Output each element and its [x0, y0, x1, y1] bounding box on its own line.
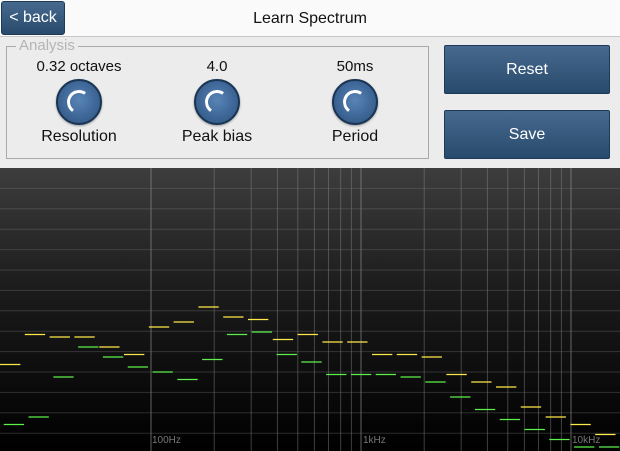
peak-bias-control: 4.0 Peak bias — [157, 58, 277, 146]
top-bar: < back Learn Spectrum — [0, 0, 620, 37]
freq-label-10khz: 10kHz — [572, 435, 600, 446]
period-control: 50ms Period — [295, 58, 415, 146]
resolution-value: 0.32 octaves — [36, 58, 122, 75]
resolution-label: Resolution — [41, 128, 117, 145]
period-label: Period — [331, 128, 379, 145]
freq-label-100hz: 100Hz — [152, 435, 181, 446]
back-button[interactable]: < back — [1, 1, 65, 35]
spectrum-graph: 100Hz 1kHz 10kHz — [0, 168, 620, 451]
peak-bias-label: Peak bias — [181, 128, 253, 145]
page-title: Learn Spectrum — [253, 10, 367, 27]
freq-label-1khz: 1kHz — [363, 435, 386, 446]
save-button[interactable]: Save — [444, 110, 610, 159]
period-value: 50ms — [336, 58, 374, 75]
reset-button[interactable]: Reset — [444, 45, 610, 94]
peak-bias-knob-icon[interactable] — [194, 79, 240, 125]
spectrum-display[interactable]: 100Hz 1kHz 10kHz — [0, 168, 620, 451]
analysis-legend: Analysis — [16, 38, 78, 54]
resolution-control: 0.32 octaves Resolution — [19, 58, 139, 146]
resolution-knob-icon[interactable] — [56, 79, 102, 125]
period-knob-icon[interactable] — [332, 79, 378, 125]
peak-bias-value: 4.0 — [206, 58, 228, 75]
